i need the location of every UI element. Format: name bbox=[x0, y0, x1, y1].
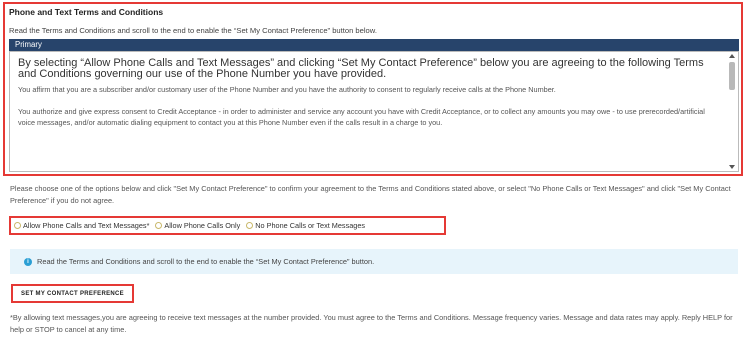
contact-options: Allow Phone Calls and Text Messages* All… bbox=[9, 216, 446, 235]
terms-instruction: Read the Terms and Conditions and scroll… bbox=[9, 26, 377, 35]
section-title: Phone and Text Terms and Conditions bbox=[9, 7, 164, 17]
disclaimer-text: *By allowing text messages,you are agree… bbox=[10, 313, 733, 334]
option-label: No Phone Calls or Text Messages bbox=[255, 221, 366, 230]
info-alert: i Read the Terms and Conditions and scro… bbox=[10, 249, 738, 274]
set-contact-preference-button[interactable]: SET MY CONTACT PREFERENCE bbox=[11, 284, 134, 303]
scrollbar[interactable] bbox=[728, 54, 736, 169]
scrollbar-thumb[interactable] bbox=[729, 62, 735, 90]
scroll-up-arrow-icon[interactable] bbox=[729, 54, 735, 58]
radio-icon[interactable] bbox=[14, 222, 21, 229]
option-allow-calls-only[interactable]: Allow Phone Calls Only bbox=[155, 221, 240, 230]
option-no-calls-texts[interactable]: No Phone Calls or Text Messages bbox=[246, 221, 365, 230]
terms-content: By selecting “Allow Phone Calls and Text… bbox=[18, 58, 720, 139]
terms-heading: By selecting “Allow Phone Calls and Text… bbox=[18, 57, 704, 80]
terms-paragraph: You authorize and give express consent t… bbox=[18, 107, 705, 127]
info-icon: i bbox=[24, 257, 32, 266]
terms-scroll-area[interactable]: By selecting “Allow Phone Calls and Text… bbox=[9, 51, 739, 172]
radio-icon[interactable] bbox=[246, 222, 254, 229]
tab-primary[interactable]: Primary bbox=[9, 39, 739, 51]
terms-paragraph: You affirm that you are a subscriber and… bbox=[18, 85, 556, 94]
option-label: Allow Phone Calls Only bbox=[164, 221, 241, 230]
terms-section: Phone and Text Terms and Conditions Read… bbox=[3, 2, 743, 176]
info-message: Read the Terms and Conditions and scroll… bbox=[37, 257, 375, 266]
option-allow-calls-texts[interactable]: Allow Phone Calls and Text Messages* bbox=[14, 221, 149, 230]
option-label: Allow Phone Calls and Text Messages* bbox=[23, 221, 150, 230]
radio-icon[interactable] bbox=[155, 222, 163, 229]
scroll-down-arrow-icon[interactable] bbox=[729, 165, 735, 169]
choose-instructions: Please choose one of the options below a… bbox=[10, 184, 731, 205]
